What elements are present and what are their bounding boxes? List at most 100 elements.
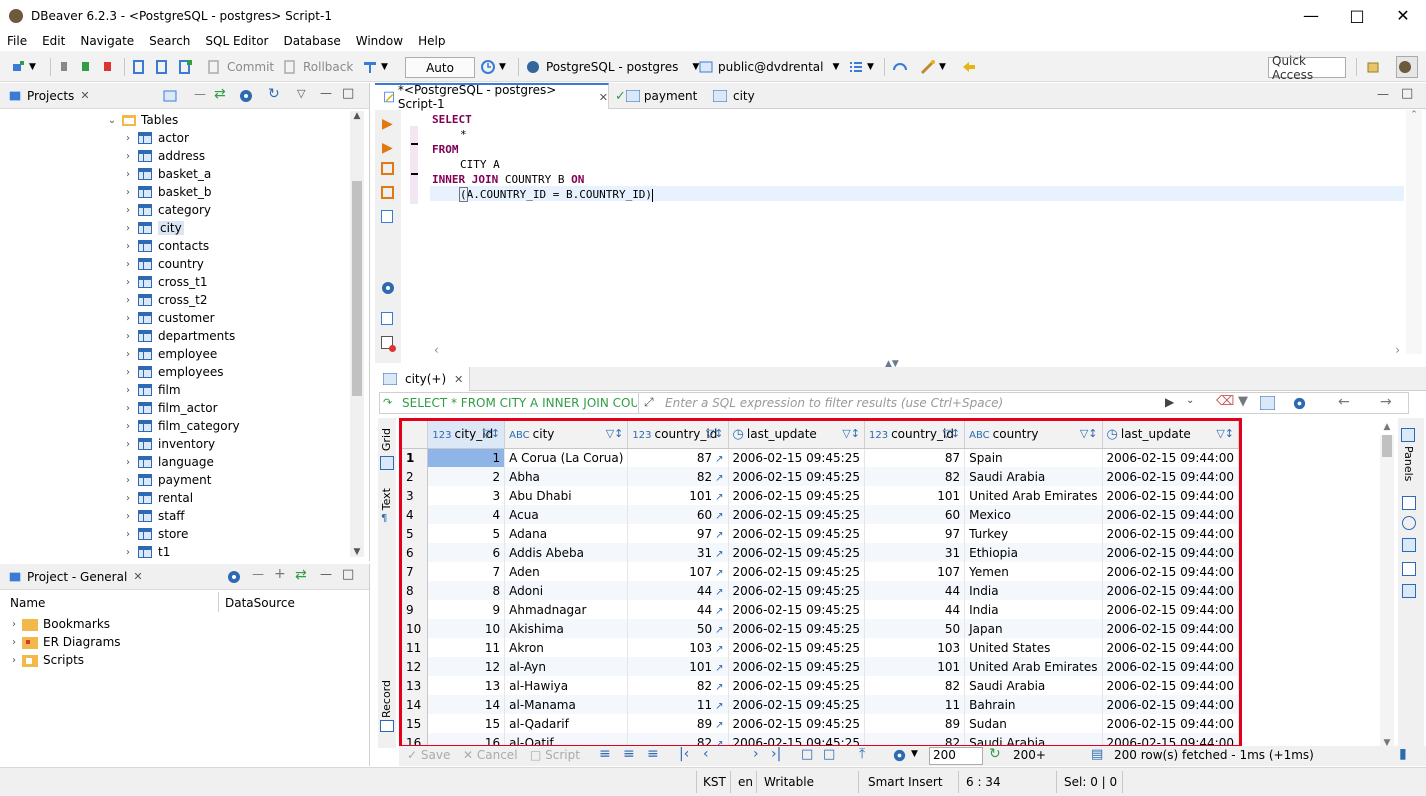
grid-view-tab[interactable]: Grid bbox=[380, 428, 393, 451]
transaction-log-button[interactable] bbox=[177, 57, 193, 77]
maximize-editor-icon[interactable]: □ bbox=[1401, 86, 1413, 101]
table-cell[interactable]: 101 ↗ bbox=[627, 486, 729, 505]
table-cell[interactable]: 2006-02-15 09:45:25 bbox=[728, 657, 865, 676]
grid-corner[interactable] bbox=[402, 421, 429, 449]
tree-node-bookmarks[interactable]: › Bookmarks bbox=[8, 615, 110, 633]
tree-node-table[interactable]: › country bbox=[122, 255, 204, 273]
table-cell[interactable]: Bahrain bbox=[964, 695, 1103, 714]
tab-payment[interactable]: ✓ payment bbox=[615, 83, 697, 109]
table-cell[interactable]: 2006-02-15 09:44:00 bbox=[1102, 714, 1239, 733]
column-header-last-update[interactable]: ◷ last_update ▽↕ bbox=[728, 421, 865, 449]
chevron-right-icon[interactable]: › bbox=[122, 511, 134, 522]
references-icon[interactable] bbox=[1402, 584, 1416, 598]
table-cell[interactable]: 2006-02-15 09:45:25 bbox=[728, 524, 865, 543]
apply-filter-icon[interactable]: ▶ bbox=[1165, 395, 1174, 409]
table-cell[interactable]: Acua bbox=[504, 505, 629, 524]
table-cell[interactable]: 2006-02-15 09:45:25 bbox=[728, 486, 865, 505]
active-schema-select[interactable]: public@dvdrental ▼ bbox=[698, 57, 839, 77]
table-cell[interactable]: Aden bbox=[504, 562, 629, 581]
table-cell[interactable]: al-Manama bbox=[504, 695, 629, 714]
tree-node-table[interactable]: › customer bbox=[122, 309, 215, 327]
column-header-country[interactable]: ABC country ▽↕ bbox=[964, 421, 1103, 449]
export-icon[interactable]: ⤒ bbox=[859, 746, 865, 762]
tree-node-table[interactable]: › film bbox=[122, 381, 181, 399]
table-cell[interactable]: 1 bbox=[427, 448, 506, 467]
active-connection-select[interactable]: PostgreSQL - postgres ▼ bbox=[525, 57, 699, 77]
explain-plan-icon[interactable] bbox=[381, 210, 393, 223]
gear-icon[interactable] bbox=[1292, 396, 1307, 411]
table-cell[interactable]: 6 bbox=[427, 543, 506, 562]
table-cell[interactable]: United Arab Emirates bbox=[964, 486, 1103, 505]
table-cell[interactable]: 2006-02-15 09:45:25 bbox=[728, 695, 865, 714]
filter-sort-icon[interactable]: ▽↕ bbox=[482, 427, 500, 440]
tree-node-table[interactable]: › payment bbox=[122, 471, 211, 489]
fetch-more-button[interactable]: 200+ bbox=[1013, 748, 1046, 762]
new-connection-button[interactable]: ▼ bbox=[10, 57, 36, 77]
chevron-right-icon[interactable]: › bbox=[122, 331, 134, 342]
table-cell[interactable]: 8 bbox=[427, 581, 506, 600]
table-row[interactable]: 11 11 Akron 103 ↗ 2006-02-15 09:45:25 103 Unite… bbox=[402, 638, 1239, 657]
chevron-right-icon[interactable]: › bbox=[122, 493, 134, 504]
table-cell[interactable]: 101 bbox=[864, 657, 966, 676]
column-header-datasource[interactable]: DataSource bbox=[225, 596, 295, 610]
table-cell[interactable]: 107 bbox=[864, 562, 966, 581]
table-cell[interactable]: 2006-02-15 09:44:00 bbox=[1102, 657, 1239, 676]
chevron-right-icon[interactable]: › bbox=[122, 277, 134, 288]
pending-transactions-button[interactable] bbox=[154, 57, 170, 77]
row-number[interactable]: 6 bbox=[402, 543, 429, 562]
row-number[interactable]: 1 bbox=[402, 448, 429, 467]
metadata-icon[interactable] bbox=[1402, 538, 1416, 552]
tree-node-table[interactable]: › basket_a bbox=[122, 165, 211, 183]
table-cell[interactable]: 31 ↗ bbox=[627, 543, 729, 562]
foreign-key-link-icon[interactable]: ↗ bbox=[715, 682, 723, 693]
table-cell[interactable]: 7 bbox=[427, 562, 506, 581]
table-cell[interactable]: 2006-02-15 09:45:25 bbox=[728, 467, 865, 486]
grid-icon[interactable] bbox=[380, 456, 394, 470]
rollback-button[interactable]: Rollback bbox=[282, 57, 353, 77]
chevron-right-icon[interactable]: › bbox=[122, 439, 134, 450]
table-cell[interactable]: 82 bbox=[864, 676, 966, 695]
foreign-key-link-icon[interactable]: ↗ bbox=[715, 644, 723, 655]
table-cell[interactable]: Mexico bbox=[964, 505, 1103, 524]
tree-node-er-diagrams[interactable]: › ER Diagrams bbox=[8, 633, 121, 651]
add-row-icon[interactable]: ≡ bbox=[623, 746, 635, 762]
tree-node-table[interactable]: › basket_b bbox=[122, 183, 211, 201]
chevron-right-icon[interactable]: › bbox=[8, 655, 20, 666]
transaction-mode-button[interactable] bbox=[131, 57, 147, 77]
table-cell[interactable]: Ethiopia bbox=[964, 543, 1103, 562]
table-cell[interactable]: 97 bbox=[864, 524, 966, 543]
table-cell[interactable]: 97 ↗ bbox=[627, 524, 729, 543]
sql-editor[interactable]: SELECT * FROM CITY A INNER JOIN COUNTRY … bbox=[432, 112, 654, 202]
table-cell[interactable]: 2006-02-15 09:44:00 bbox=[1102, 638, 1239, 657]
grouping-icon[interactable] bbox=[1402, 562, 1416, 576]
close-icon[interactable]: ✕ bbox=[80, 89, 89, 102]
foreign-key-link-icon[interactable]: ↗ bbox=[715, 549, 723, 560]
execute-script-icon[interactable] bbox=[381, 162, 394, 175]
link-with-editor-icon[interactable]: ⇄ bbox=[214, 86, 226, 102]
tree-node-table[interactable]: › inventory bbox=[122, 435, 215, 453]
tree-node-table[interactable]: › store bbox=[122, 525, 188, 543]
next-row-icon[interactable]: › bbox=[753, 746, 759, 762]
table-cell[interactable]: 11 bbox=[864, 695, 966, 714]
foreign-key-link-icon[interactable]: ↗ bbox=[715, 701, 723, 712]
menu-edit[interactable]: Edit bbox=[35, 34, 73, 48]
outline-button[interactable]: ▼ bbox=[848, 57, 874, 77]
table-cell[interactable]: 82 ↗ bbox=[627, 676, 729, 695]
table-row[interactable]: 4 4 Acua 60 ↗ 2006-02-15 09:45:25 60 Mexico 2006… bbox=[402, 505, 1239, 524]
close-icon[interactable]: ✕ bbox=[133, 570, 142, 583]
table-cell[interactable]: 2006-02-15 09:45:25 bbox=[728, 581, 865, 600]
table-cell[interactable]: 2 bbox=[427, 467, 506, 486]
table-row[interactable]: 10 10 Akishima 50 ↗ 2006-02-15 09:45:25 50 Japa… bbox=[402, 619, 1239, 638]
minimize-button[interactable]: — bbox=[1288, 0, 1334, 31]
table-cell[interactable]: 103 bbox=[864, 638, 966, 657]
chevron-right-icon[interactable]: › bbox=[122, 205, 134, 216]
foreign-key-link-icon[interactable]: ↗ bbox=[715, 492, 723, 503]
table-cell[interactable]: al-Hawiya bbox=[504, 676, 629, 695]
refresh-icon[interactable]: ↻ bbox=[268, 86, 280, 102]
table-cell[interactable]: 10 bbox=[427, 619, 506, 638]
panels-tab[interactable]: Panels bbox=[1402, 446, 1415, 481]
table-cell[interactable]: 2006-02-15 09:45:25 bbox=[728, 600, 865, 619]
table-cell[interactable]: 31 bbox=[864, 543, 966, 562]
table-cell[interactable]: 82 bbox=[864, 467, 966, 486]
panel-toggle-icon[interactable]: ▮ bbox=[1399, 746, 1407, 762]
